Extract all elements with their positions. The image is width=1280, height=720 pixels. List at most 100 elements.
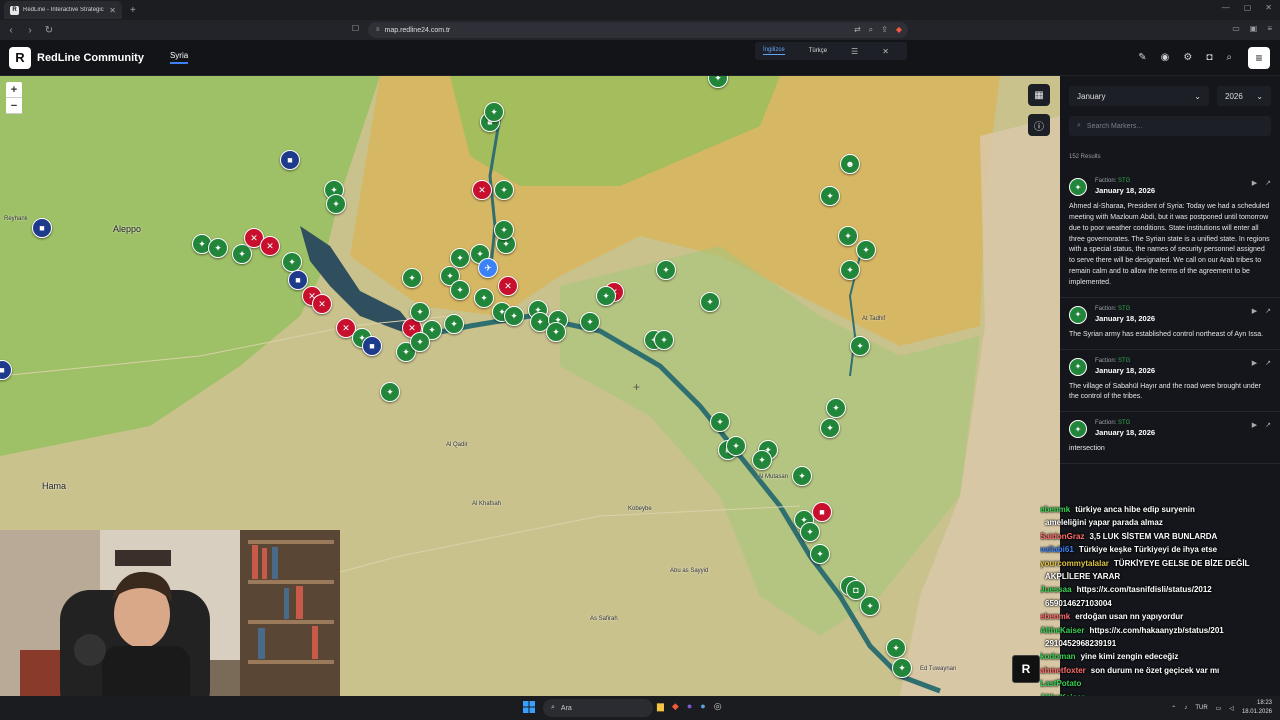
video-icon[interactable]: ▶ [1252,421,1257,429]
vehicle-marker[interactable]: ■ [32,218,52,238]
steam-icon[interactable]: ● [700,701,705,712]
video-icon[interactable]: ▶ [1252,359,1257,367]
army-marker[interactable]: ✦ [810,544,830,564]
army-marker[interactable]: ✦ [838,226,858,246]
map-info-icon[interactable]: ⓘ [1028,114,1050,136]
volume-icon[interactable]: ◁ [1229,705,1234,712]
brave-shield-icon[interactable]: ◆ [896,25,902,35]
site-info-icon[interactable]: ≡ [376,27,380,33]
army-marker[interactable]: ✦ [820,418,840,438]
people-marker[interactable]: ☻ [840,154,860,174]
army-marker[interactable]: ✦ [504,306,524,326]
search-markers-input[interactable] [1086,122,1257,130]
close-tab-icon[interactable]: ✕ [109,6,116,15]
hostile-marker[interactable]: ✕ [312,294,332,314]
army-marker[interactable]: ✦ [580,312,600,332]
obs-icon[interactable]: ◎ [714,701,722,712]
camera-icon[interactable]: ◘ [1206,52,1212,63]
forward-icon[interactable]: › [22,25,38,36]
network-icon[interactable]: ▭ [1216,705,1222,712]
url-bar[interactable]: ≡ map.redline24.com.tr ⇄ ⌕ ⇪ ◆ [368,22,908,38]
windows-start-icon[interactable] [523,701,535,713]
pen-tool-icon[interactable]: ✎ [1138,52,1146,63]
army-marker[interactable]: ✦ [444,314,464,334]
army-marker[interactable]: ✦ [752,450,772,470]
army-marker[interactable]: ✦ [840,260,860,280]
redline-logo-icon[interactable]: R [9,46,31,69]
external-link-icon[interactable]: ↗ [1265,179,1271,187]
video-icon[interactable]: ▶ [1252,179,1257,187]
army-marker[interactable]: ✦ [326,194,346,214]
search-icon[interactable]: ⌕ [1226,52,1232,63]
army-marker[interactable]: ✦ [596,286,616,306]
hostile-marker[interactable]: ✕ [260,236,280,256]
hostile-vehicle-marker[interactable]: ■ [812,502,832,522]
army-marker[interactable]: ✦ [410,302,430,322]
army-marker[interactable]: ✦ [726,436,746,456]
army-marker[interactable]: ✦ [546,322,566,342]
army-marker[interactable]: ✦ [710,412,730,432]
zoom-icon[interactable]: ⌕ [869,25,873,35]
zoom-out-button[interactable]: − [6,98,22,114]
settings-gear-icon[interactable]: ⚙ [1183,52,1192,63]
translate-close-icon[interactable]: ✕ [882,47,889,56]
army-marker[interactable]: ✦ [654,330,674,350]
army-marker[interactable]: ✦ [450,248,470,268]
army-marker[interactable]: ✦ [800,522,820,542]
external-link-icon[interactable]: ↗ [1265,359,1271,367]
bookmark-icon[interactable]: ☐ [352,24,359,33]
country-tab-syria[interactable]: Syria [169,51,189,64]
minimize-icon[interactable]: — [1222,3,1230,12]
translate-menu-icon[interactable]: ☰ [851,47,858,56]
translate-icon[interactable]: ⇄ [854,25,861,35]
lang-english[interactable]: İngilizce [763,47,785,55]
army-marker[interactable]: ✦ [656,260,676,280]
army-marker[interactable]: ✦ [484,102,504,122]
hamburger-menu-icon[interactable]: ≡ [1248,47,1270,69]
mic-icon[interactable]: ♪ [1184,705,1187,711]
month-select[interactable]: January ⌄ [1069,86,1209,106]
army-marker[interactable]: ✦ [792,466,812,486]
army-marker[interactable]: ✦ [494,180,514,200]
vehicle-marker[interactable]: ■ [362,336,382,356]
browser-tab[interactable]: R RedLine - Interactive Strategic M ✕ [4,1,122,19]
share-icon[interactable]: ⇪ [881,25,888,35]
maximize-icon[interactable]: ▢ [1244,3,1252,12]
army-marker[interactable]: ✦ [850,336,870,356]
army-marker[interactable]: ✦ [208,238,228,258]
hostile-marker[interactable]: ✕ [472,180,492,200]
lang-turkish[interactable]: Türkçe [809,48,827,54]
location-pin-icon[interactable]: ◉ [1161,52,1170,63]
army-marker[interactable]: ✦ [820,186,840,206]
aircraft-marker[interactable]: ✈ [478,258,498,278]
army-marker[interactable]: ✦ [380,382,400,402]
zoom-in-button[interactable]: + [6,82,22,98]
taskbar-search[interactable]: ⌕ Ara [543,699,653,717]
tray-chevron-icon[interactable]: ⌃ [1171,705,1176,712]
external-link-icon[interactable]: ↗ [1265,421,1271,429]
army-marker[interactable]: ✦ [494,220,514,240]
army-marker[interactable]: ✦ [886,638,906,658]
hostile-marker[interactable]: ✕ [498,276,518,296]
army-marker[interactable]: ✦ [410,332,430,352]
browser-menu-icon[interactable]: ≡ [1267,24,1272,33]
file-explorer-icon[interactable]: ▆ [657,701,664,712]
army-marker[interactable]: ✦ [856,240,876,260]
close-window-icon[interactable]: ✕ [1265,3,1272,12]
clock[interactable]: 18:23 18.01.2026 [1242,699,1272,717]
new-tab-icon[interactable]: + [130,5,136,16]
army-marker[interactable]: ✦ [860,596,880,616]
event-card[interactable]: ✦ Faction: STG January 18, 2026 ▶ ↗ The v… [1060,350,1280,413]
discord-icon[interactable]: ● [687,701,692,712]
army-marker[interactable]: ✦ [892,658,912,678]
army-marker[interactable]: ✦ [474,288,494,308]
army-marker[interactable]: ✦ [282,252,302,272]
video-icon[interactable]: ▶ [1252,307,1257,315]
army-marker[interactable]: ✦ [402,268,422,288]
reload-icon[interactable]: ↻ [41,25,57,36]
vehicle-marker[interactable]: ■ [280,150,300,170]
sidebar-toggle-icon[interactable]: ▭ [1232,24,1240,33]
event-card[interactable]: ✦ Faction: STG January 18, 2026 ▶ ↗ Ahmed… [1060,170,1280,298]
year-select[interactable]: 2026 ⌄ [1217,86,1271,106]
army-marker[interactable]: ✦ [826,398,846,418]
